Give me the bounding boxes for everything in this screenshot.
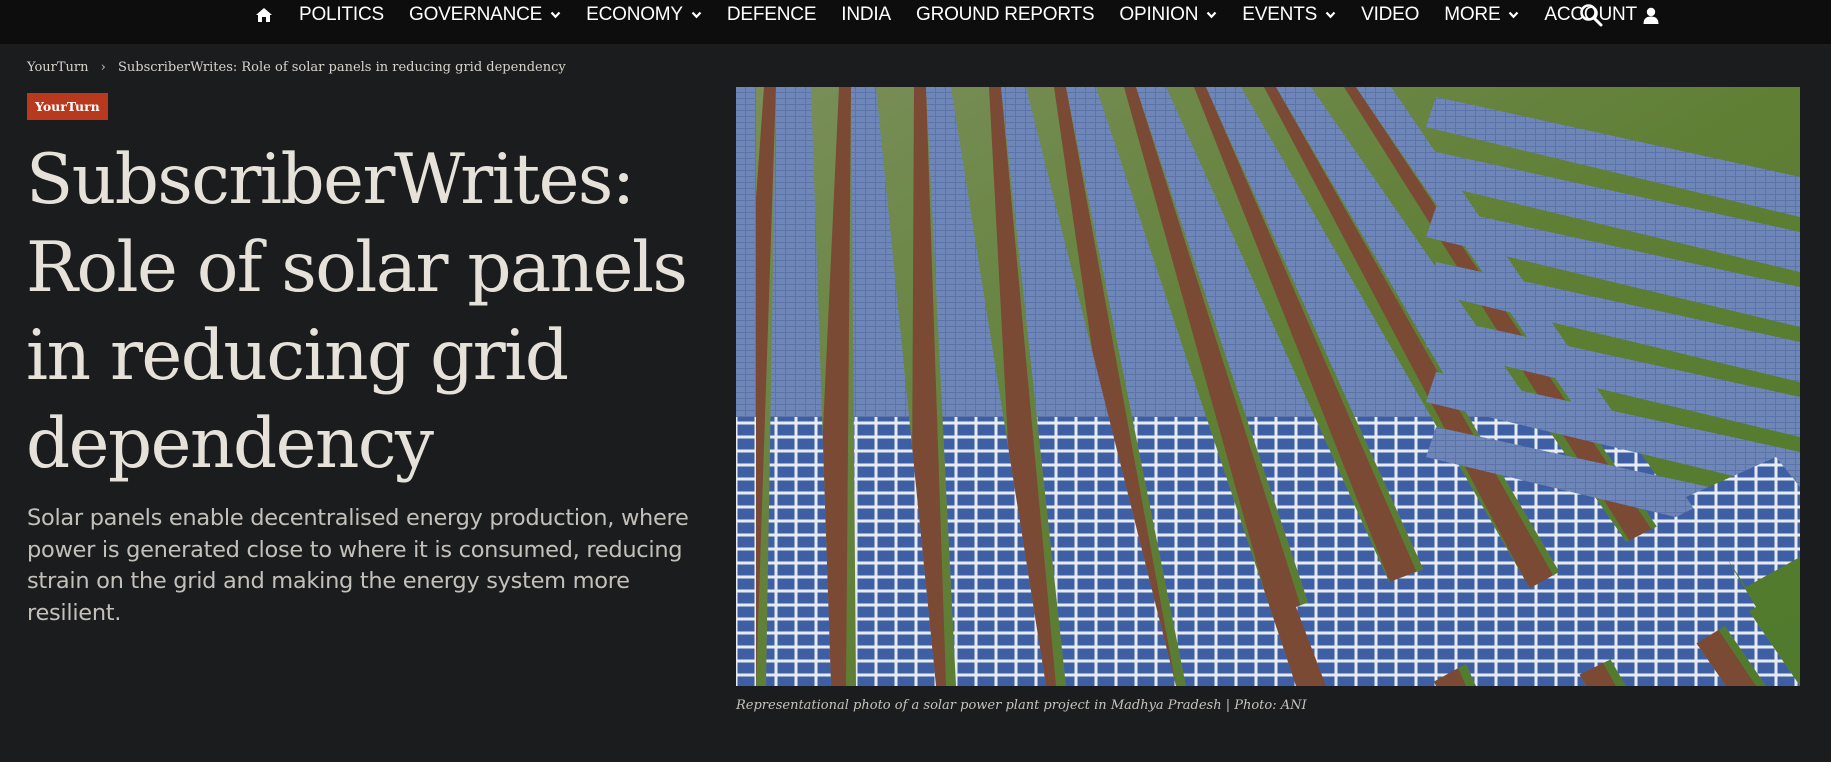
nav-item-label: INDIA — [841, 4, 891, 25]
nav-item-label: MORE — [1444, 4, 1501, 25]
breadcrumb-separator: › — [100, 60, 106, 75]
article-hero-image — [736, 87, 1800, 686]
chevron-down-icon — [691, 11, 702, 19]
image-caption: Representational photo of a solar power … — [736, 698, 1307, 713]
nav-menu: POLITICS GOVERNANCE ECONOMY DEFENCE INDIA GRO… — [255, 0, 1659, 30]
nav-item-india[interactable]: INDIA — [841, 4, 891, 26]
nav-item-economy[interactable]: ECONOMY — [586, 4, 702, 26]
chevron-down-icon — [1325, 11, 1336, 19]
chevron-down-icon — [550, 11, 561, 19]
nav-item-label: DEFENCE — [726, 4, 817, 25]
nav-item-label: POLITICS — [299, 4, 384, 25]
search-icon — [1580, 4, 1603, 27]
nav-item-label: OPINION — [1119, 4, 1199, 25]
article-headline: SubscriberWrites: Role of solar panels i… — [26, 140, 688, 484]
nav-item-opinion[interactable]: OPINION — [1119, 4, 1217, 26]
nav-item-video[interactable]: VIDEO — [1361, 4, 1419, 26]
solar-farm-photo — [736, 87, 1800, 686]
solar-panel-row-near — [766, 417, 831, 686]
nav-item-more[interactable]: MORE — [1444, 4, 1519, 26]
category-tag[interactable]: YourTurn — [27, 93, 108, 120]
nav-item-label: GROUND REPORTS — [915, 4, 1095, 25]
nav-item-label: ECONOMY — [586, 4, 683, 25]
solar-panel-row-near — [736, 417, 756, 686]
article-summary: Solar panels enable decentralised energy… — [27, 505, 689, 626]
breadcrumb-current: SubscriberWrites: Role of solar panels i… — [117, 60, 566, 75]
top-navigation: POLITICS GOVERNANCE ECONOMY DEFENCE INDIA GRO… — [0, 0, 1831, 44]
breadcrumb-section-link[interactable]: YourTurn — [27, 60, 89, 75]
nav-item-governance[interactable]: GOVERNANCE — [409, 4, 561, 26]
home-icon — [256, 8, 272, 22]
nav-item-label: GOVERNANCE — [408, 4, 543, 25]
nav-item-label: VIDEO — [1361, 4, 1420, 25]
nav-item-ground-reports[interactable]: GROUND REPORTS — [915, 4, 1095, 26]
chevron-down-icon — [1206, 11, 1217, 19]
nav-item-events[interactable]: EVENTS — [1242, 4, 1336, 26]
chevron-down-icon — [1509, 11, 1519, 19]
user-icon — [1643, 7, 1659, 24]
nav-item-defence[interactable]: DEFENCE — [726, 4, 817, 26]
search-button[interactable] — [1578, 2, 1604, 28]
breadcrumb: YourTurn › SubscriberWrites: Role of sol… — [27, 60, 566, 75]
home-link[interactable] — [255, 7, 273, 23]
nav-item-politics[interactable]: POLITICS — [299, 4, 384, 26]
nav-item-label: EVENTS — [1242, 4, 1318, 25]
